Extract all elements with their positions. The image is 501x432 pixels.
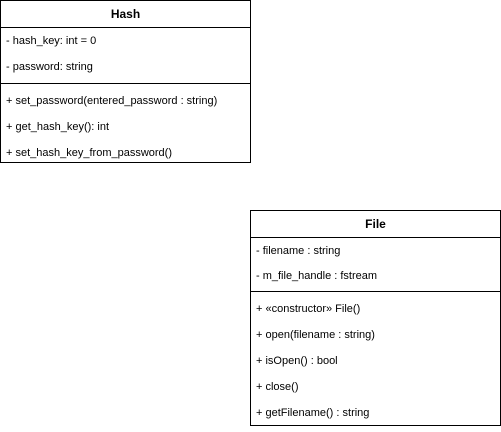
- hash-attribute-hash-key: - hash_key: int = 0: [6, 35, 97, 47]
- hash-class-box[interactable]: Hash - hash_key: int = 0 - password: str…: [0, 0, 251, 163]
- file-class-name: File: [251, 211, 500, 238]
- hash-operation-get-hash-key: + get_hash_key(): int: [6, 121, 110, 133]
- file-attributes-section: - filename : string - m_file_handle : fs…: [251, 238, 500, 292]
- file-operations-section: + «constructor» File() + open(filename :…: [251, 292, 500, 432]
- file-class-box[interactable]: File - filename : string - m_file_handle…: [250, 210, 501, 426]
- file-operation-open: + open(filename : string): [256, 329, 375, 341]
- hash-operation-set-hash-key-from-password: + set_hash_key_from_password(): [6, 147, 172, 159]
- file-attribute-filename: - filename : string: [256, 245, 341, 257]
- hash-operations-section: + set_password(entered_password : string…: [1, 84, 250, 172]
- file-attribute-m-file-handle: - m_file_handle : fstream: [256, 270, 378, 282]
- file-operation-close: + close(): [256, 381, 299, 393]
- file-operation-constructor: + «constructor» File(): [256, 303, 361, 315]
- hash-attributes-section: - hash_key: int = 0 - password: string: [1, 28, 250, 84]
- file-operation-get-filename: + getFilename() : string: [256, 407, 370, 419]
- hash-operation-set-password: + set_password(entered_password : string…: [6, 95, 218, 107]
- hash-attribute-password: - password: string: [6, 61, 93, 73]
- hash-class-name: Hash: [1, 1, 250, 28]
- file-operation-is-open: + isOpen() : bool: [256, 355, 338, 367]
